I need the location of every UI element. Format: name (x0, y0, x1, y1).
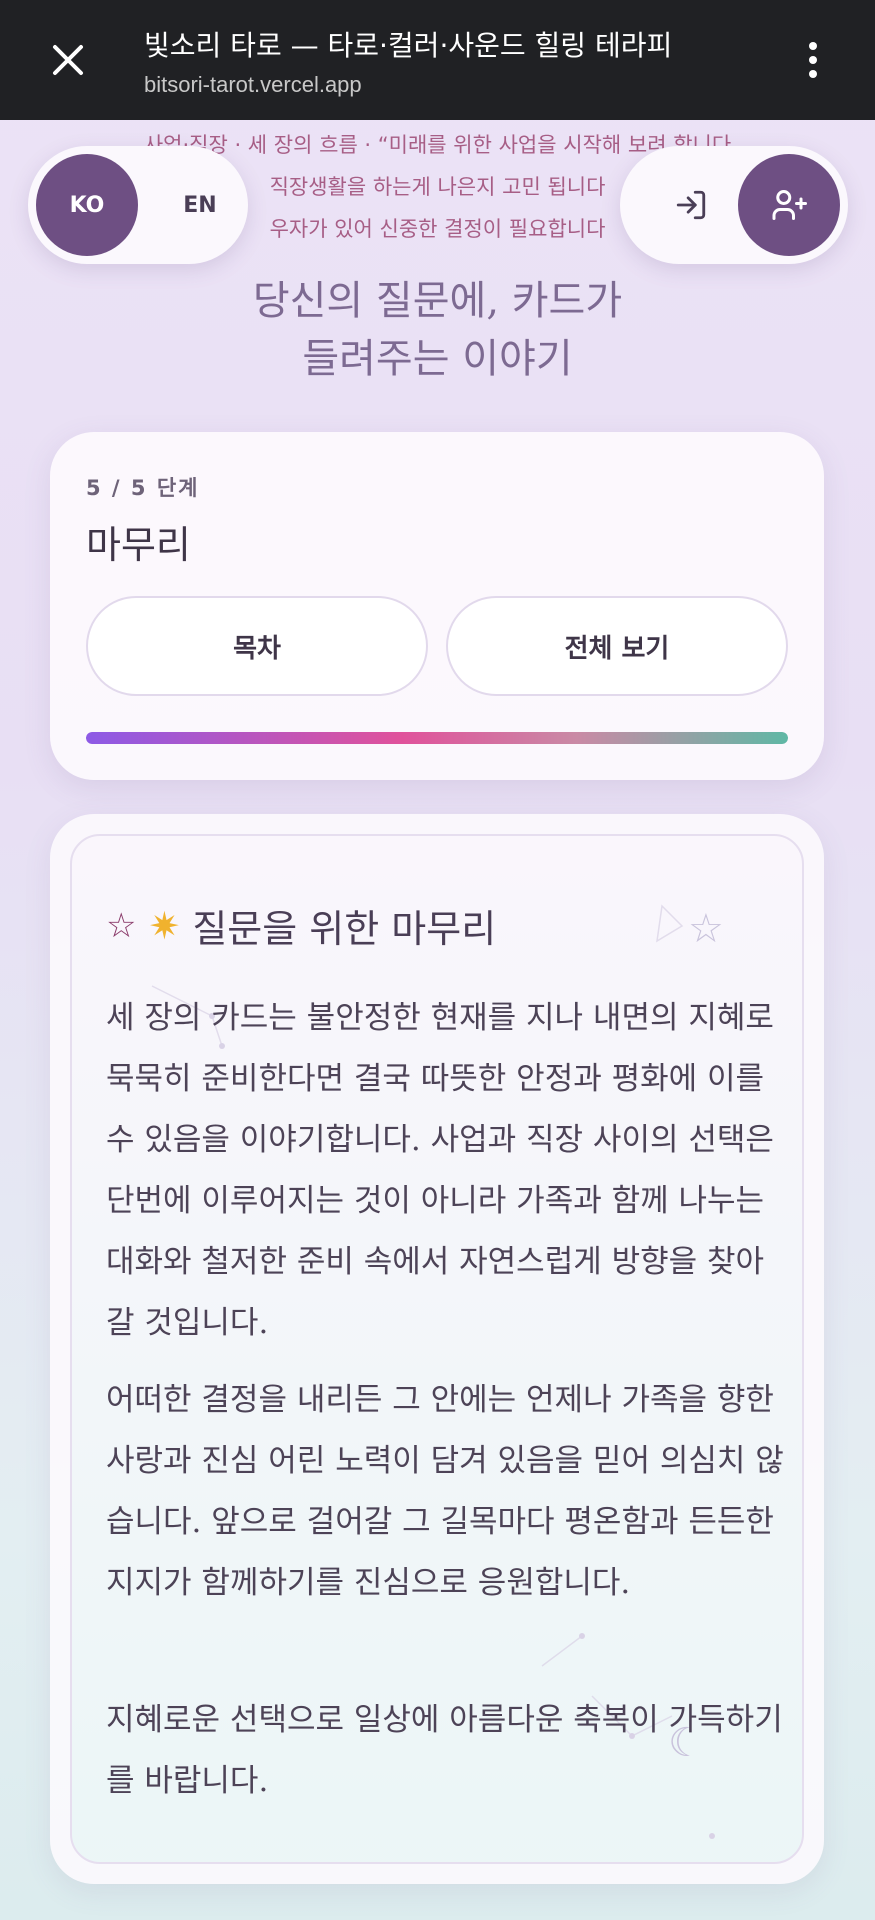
browser-bar: 빛소리 타로 — 타로·컬러·사운드 힐링 테라피 bitsori-tarot.… (0, 0, 875, 120)
toc-button[interactable]: 목차 (86, 596, 428, 696)
browser-title-block: 빛소리 타로 — 타로·컬러·사운드 힐링 테라피 bitsori-tarot.… (144, 24, 764, 98)
headline: 당신의 질문에, 카드가 들려주는 이야기 (0, 272, 875, 388)
login-button[interactable] (640, 154, 742, 256)
page-title: 빛소리 타로 — 타로·컬러·사운드 힐링 테라피 (144, 29, 673, 62)
step-title: 마무리 (86, 523, 191, 567)
user-plus-icon (772, 190, 807, 220)
closing-heading: ☆ ✷ 질문을 위한 마무리 (106, 898, 496, 953)
closing-card-inner: ☆ ☾ ☆ ✷ 질문을 위한 마무리 세 장의 카드는 불안정한 현재를 지나 … (70, 834, 804, 1864)
closing-paragraph: 지혜로운 선택으로 일상에 아름다운 축복이 가득하기를 바랍니다. (106, 1702, 783, 1799)
lang-en-button[interactable]: EN (160, 154, 240, 256)
page-url: bitsori-tarot.vercel.app (144, 72, 362, 97)
step-progress-fill (86, 732, 788, 744)
headline-line: 들려주는 이야기 (302, 336, 573, 382)
headline-line: 당신의 질문에, 카드가 (252, 278, 623, 324)
step-card: 5 / 5 단계 마무리 목차 전체 보기 (50, 432, 824, 780)
signup-button[interactable] (738, 154, 840, 256)
login-icon (676, 190, 706, 220)
glowing-star-icon: ✷ (148, 903, 181, 948)
star-outline-icon: ☆ (106, 905, 137, 946)
auth-controls (620, 146, 848, 264)
close-icon[interactable] (44, 36, 92, 84)
closing-title: 질문을 위한 마무리 (192, 907, 497, 951)
closing-card: ☆ ☾ ☆ ✷ 질문을 위한 마무리 세 장의 카드는 불안정한 현재를 지나 … (50, 814, 824, 1884)
lang-ko-button[interactable]: KO (36, 154, 138, 256)
language-toggle: KO EN (28, 146, 248, 264)
view-all-button[interactable]: 전체 보기 (446, 596, 788, 696)
star-outline-icon: ☆ (688, 906, 724, 952)
closing-paragraph: 세 장의 카드는 불안정한 현재를 지나 내면의 지혜로 묵묵히 준비한다면 결… (106, 1000, 774, 1341)
step-progress-bar (86, 732, 788, 744)
closing-paragraph: 어떠한 결정을 내리든 그 안에는 언제나 가족을 향한 사랑과 진심 어린 노… (106, 1382, 784, 1601)
step-counter: 5 / 5 단계 (86, 476, 200, 500)
more-menu-icon[interactable] (803, 36, 823, 84)
